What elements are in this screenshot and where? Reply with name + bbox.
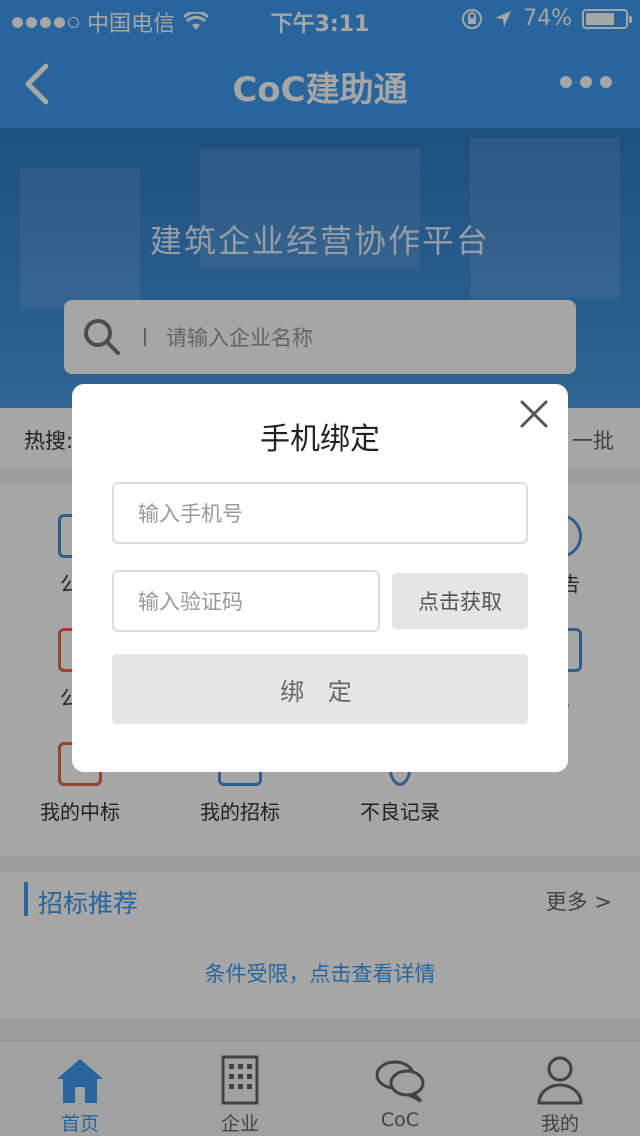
- code-placeholder: 输入验证码: [138, 590, 243, 614]
- dialog-title: 手机绑定: [260, 422, 380, 457]
- phone-number-input[interactable]: 输入手机号: [112, 482, 528, 544]
- phone-placeholder: 输入手机号: [138, 502, 243, 526]
- verification-code-input[interactable]: 输入验证码: [112, 570, 380, 632]
- get-code-button[interactable]: 点击获取: [392, 573, 528, 629]
- bind-button[interactable]: 绑 定: [112, 654, 528, 724]
- close-icon[interactable]: [518, 398, 550, 430]
- phone-binding-dialog: 手机绑定 输入手机号 输入验证码 点击获取 绑 定: [72, 384, 568, 772]
